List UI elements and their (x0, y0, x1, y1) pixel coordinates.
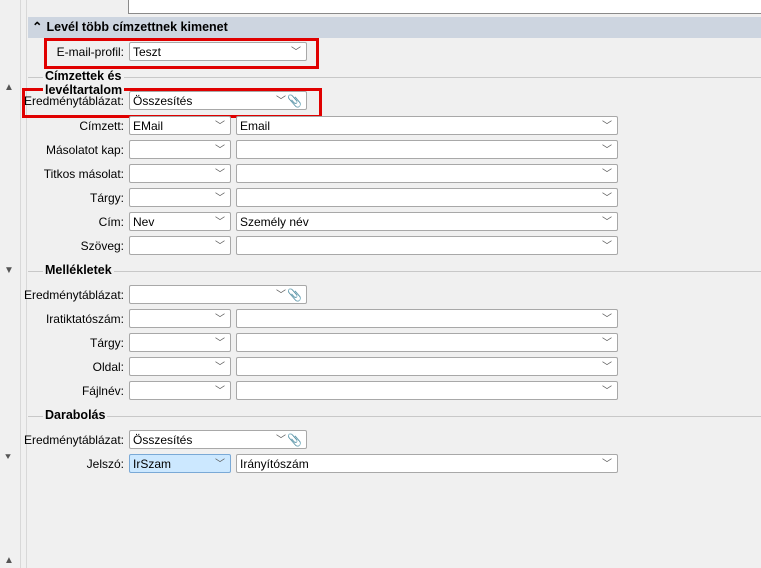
chevron-down-icon: ﹀ (215, 386, 225, 397)
email-profile-label: E-mail-profil: (56, 45, 124, 59)
result-table-select[interactable]: Összesítés ﹀ 📎 (129, 91, 307, 110)
display-select[interactable]: Email ﹀ (236, 116, 618, 135)
display-select[interactable]: ﹀ (236, 164, 618, 183)
field-label: Iratiktatószám: (45, 312, 124, 326)
field-label: Oldal: (92, 360, 124, 374)
chevron-down-icon: ﹀ (215, 314, 225, 325)
chevron-down-icon: ﹀ (215, 145, 225, 156)
expand-down-icon[interactable]: ▼ (4, 265, 14, 276)
chevron-down-icon: ﹀ (215, 241, 225, 252)
display-select[interactable]: ﹀ (236, 309, 618, 328)
field-label: Másolatot kap: (45, 143, 124, 157)
field-label: Tárgy: (89, 336, 124, 350)
display-select[interactable]: Személy név ﹀ (236, 212, 618, 231)
section-header[interactable]: ⌃ Levél több címzettnek kimenet (28, 17, 761, 38)
field-label: Fájlnév: (81, 384, 124, 398)
field-select[interactable]: ﹀ (129, 333, 231, 352)
field-label: Szöveg: (80, 239, 124, 253)
email-profile-select[interactable]: Teszt ﹀ (129, 42, 307, 61)
paperclip-icon[interactable]: 📎 (287, 286, 302, 305)
chevron-down-icon: ﹀ (602, 217, 612, 228)
chevron-down-icon: ﹀ (215, 338, 225, 349)
paperclip-icon[interactable]: 📎 (287, 92, 302, 111)
result-table-label: Eredménytáblázat: (23, 288, 124, 302)
chevron-down-icon: ﹀ (291, 47, 301, 58)
collapse-icon: ⌃ (32, 20, 43, 34)
field-select[interactable]: ﹀ (129, 309, 231, 328)
result-table-select[interactable]: Összesítés ﹀ 📎 (129, 430, 307, 449)
chevron-down-icon: ﹀ (602, 121, 612, 132)
field-select[interactable]: ﹀ (129, 357, 231, 376)
chevron-down-icon: ﹀ (276, 290, 286, 301)
move-bottom-icon[interactable]: ⯆ (4, 452, 12, 463)
chevron-down-icon: ﹀ (215, 121, 225, 132)
field-select[interactable]: ﹀ (129, 140, 231, 159)
field-select[interactable]: ﹀ (129, 236, 231, 255)
group-title: Darabolás (43, 408, 108, 422)
chevron-down-icon: ﹀ (602, 314, 612, 325)
chevron-down-icon: ﹀ (276, 435, 286, 446)
display-select[interactable]: ﹀ (236, 381, 618, 400)
chevron-down-icon: ﹀ (602, 241, 612, 252)
display-select[interactable]: ﹀ (236, 188, 618, 207)
scroll-down-icon[interactable]: ▲ (4, 555, 14, 566)
field-label: Tárgy: (89, 191, 124, 205)
result-table-select[interactable]: ﹀ 📎 (129, 285, 307, 304)
display-select[interactable]: ﹀ (236, 236, 618, 255)
chevron-down-icon: ﹀ (215, 217, 225, 228)
result-table-label: Eredménytáblázat: (23, 94, 124, 108)
text-area[interactable] (128, 0, 761, 14)
section-title: Levél több címzettnek kimenet (46, 20, 228, 34)
chevron-down-icon: ﹀ (602, 145, 612, 156)
chevron-down-icon: ﹀ (215, 193, 225, 204)
display-select[interactable]: Irányítószám ﹀ (236, 454, 618, 473)
chevron-down-icon: ﹀ (602, 459, 612, 470)
field-label: Titkos másolat: (43, 167, 124, 181)
field-select[interactable]: EMail ﹀ (129, 116, 231, 135)
display-select[interactable]: ﹀ (236, 140, 618, 159)
chevron-down-icon: ﹀ (602, 362, 612, 373)
chevron-down-icon: ﹀ (602, 193, 612, 204)
field-select[interactable]: IrSzam ﹀ (129, 454, 231, 473)
field-label: Jelszó: (86, 457, 124, 471)
display-select[interactable]: ﹀ (236, 357, 618, 376)
display-select[interactable]: ﹀ (236, 333, 618, 352)
field-select[interactable]: ﹀ (129, 164, 231, 183)
divider (26, 0, 27, 568)
chevron-down-icon: ﹀ (215, 169, 225, 180)
field-select[interactable]: ﹀ (129, 188, 231, 207)
chevron-down-icon: ﹀ (215, 362, 225, 373)
chevron-down-icon: ﹀ (602, 338, 612, 349)
chevron-down-icon: ﹀ (602, 386, 612, 397)
paperclip-icon[interactable]: 📎 (287, 431, 302, 450)
field-select[interactable]: Nev ﹀ (129, 212, 231, 231)
collapse-up-icon[interactable]: ▲ (4, 82, 14, 93)
field-label: Cím: (98, 215, 124, 229)
result-table-label: Eredménytáblázat: (23, 433, 124, 447)
group-title: Mellékletek (43, 263, 114, 277)
field-select[interactable]: ﹀ (129, 381, 231, 400)
chevron-down-icon: ﹀ (602, 169, 612, 180)
chevron-down-icon: ﹀ (276, 96, 286, 107)
field-label: Címzett: (79, 119, 124, 133)
chevron-down-icon: ﹀ (215, 459, 225, 470)
